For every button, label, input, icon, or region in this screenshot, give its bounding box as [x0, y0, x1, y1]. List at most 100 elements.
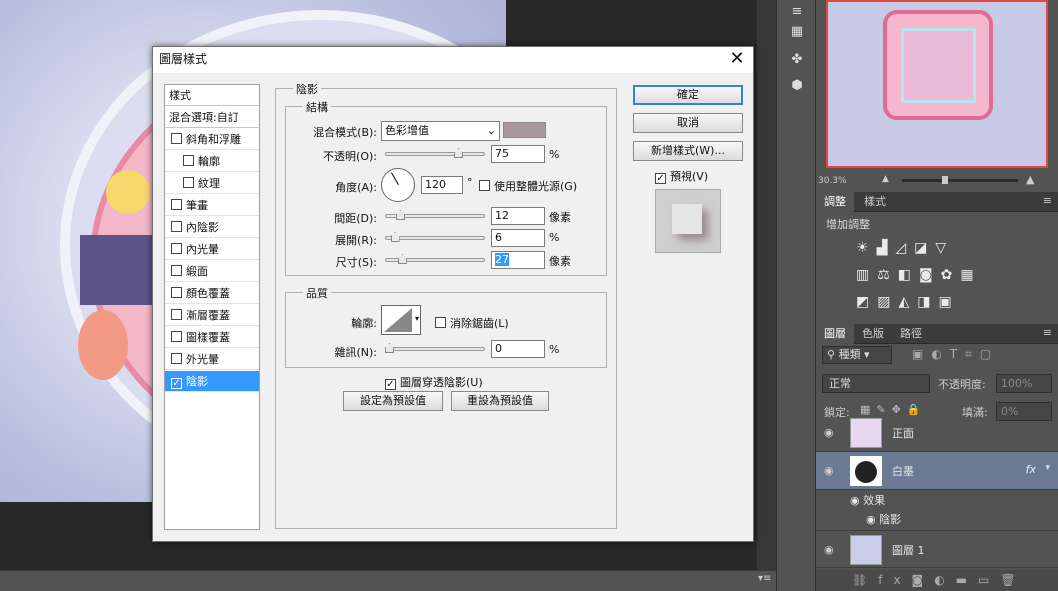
- zoom-slider-thumb[interactable]: [942, 176, 948, 184]
- style-item[interactable]: 漸層覆蓋: [165, 305, 259, 326]
- style-item[interactable]: 內陰影: [165, 217, 259, 238]
- color-lookup-icon[interactable]: ▦: [960, 267, 973, 283]
- shadow-color-swatch[interactable]: [503, 122, 546, 138]
- preview-checkbox[interactable]: ✓ 預視(V): [655, 168, 708, 184]
- style-item[interactable]: ✓ 陰影: [165, 371, 259, 392]
- tab-adjustments[interactable]: 調整: [816, 192, 854, 212]
- style-checkbox[interactable]: ✓: [171, 378, 182, 389]
- black-white-icon[interactable]: ◧: [898, 267, 911, 283]
- knockout-checkbox[interactable]: ✓ 圖層穿透陰影(U): [385, 374, 483, 390]
- opacity-slider[interactable]: [385, 148, 485, 158]
- layer-opacity-field[interactable]: 100%: [996, 374, 1052, 393]
- layer-row[interactable]: ◉ 圖層 1: [816, 530, 1058, 568]
- adjustments-panel-menu-icon[interactable]: ≡: [1043, 194, 1052, 207]
- angle-dial[interactable]: [381, 168, 415, 202]
- chevron-down-icon[interactable]: ▾: [1045, 463, 1050, 473]
- noise-slider[interactable]: [385, 343, 485, 353]
- visibility-eye-icon[interactable]: ◉: [824, 543, 834, 556]
- panel-grip-icon[interactable]: ≡: [787, 4, 807, 20]
- exposure-icon[interactable]: ◪: [914, 240, 927, 256]
- style-item[interactable]: 輪廓: [165, 151, 259, 172]
- layers-footer-toolbar[interactable]: ⛓fx◙◐▬▭🗑: [816, 570, 1058, 591]
- blend-options-item[interactable]: 混合選項:自訂: [165, 107, 259, 128]
- brightness-icon[interactable]: ☀: [856, 240, 869, 256]
- ok-button[interactable]: 確定: [633, 85, 743, 105]
- navigator-thumbnail[interactable]: [826, 0, 1048, 168]
- style-checkbox[interactable]: [171, 243, 182, 254]
- style-item[interactable]: 緞面: [165, 261, 259, 282]
- angle-field[interactable]: 120: [421, 176, 463, 194]
- visibility-eye-icon[interactable]: ◉: [866, 513, 876, 526]
- layer-filter-dropdown[interactable]: ⚲ 種類 ▾: [822, 346, 892, 364]
- style-item[interactable]: 顏色覆蓋: [165, 283, 259, 304]
- visibility-eye-icon[interactable]: ◉: [850, 494, 860, 507]
- channel-mixer-icon[interactable]: ✿: [941, 267, 953, 283]
- style-checkbox[interactable]: [171, 353, 182, 364]
- layer-effects-icon[interactable]: fx: [1026, 463, 1036, 476]
- style-checkbox[interactable]: [171, 199, 182, 210]
- tab-styles[interactable]: 樣式: [856, 192, 894, 212]
- make-default-button[interactable]: 設定為預設值: [343, 391, 443, 411]
- contour-picker[interactable]: ▾: [381, 305, 421, 335]
- reset-default-button[interactable]: 重設為預設值: [451, 391, 549, 411]
- zoom-out-icon[interactable]: ▲: [882, 174, 889, 184]
- curves-icon[interactable]: ◿: [895, 240, 906, 256]
- 3d-cube-icon[interactable]: ⬢: [787, 78, 807, 94]
- layer-effects-group[interactable]: ◉ 效果: [850, 492, 885, 508]
- layer-filter-icons[interactable]: ▣◐T⌗▢: [912, 347, 999, 362]
- style-checkbox[interactable]: [183, 177, 194, 188]
- style-checkbox[interactable]: [171, 331, 182, 342]
- style-checkbox[interactable]: [171, 287, 182, 298]
- style-checkbox[interactable]: [171, 309, 182, 320]
- invert-icon[interactable]: ◩: [856, 294, 869, 310]
- color-balance-icon[interactable]: ⚖: [877, 267, 890, 283]
- style-item[interactable]: 筆畫: [165, 195, 259, 216]
- size-slider[interactable]: [385, 254, 485, 264]
- style-item[interactable]: 圖樣覆蓋: [165, 327, 259, 348]
- zoom-readout[interactable]: 30.3%: [818, 176, 847, 186]
- tab-layers[interactable]: 圖層: [816, 324, 854, 344]
- anti-alias-checkbox[interactable]: 消除鋸齒(L): [435, 315, 509, 331]
- layer-effect-drop-shadow[interactable]: ◉ 陰影: [866, 511, 901, 527]
- canvas-vertical-scrollbar[interactable]: [756, 0, 776, 570]
- selective-color-icon[interactable]: ▣: [938, 294, 951, 310]
- style-item[interactable]: 紋理: [165, 173, 259, 194]
- style-checkbox[interactable]: [171, 221, 182, 232]
- photo-filter-icon[interactable]: ◙: [919, 267, 933, 283]
- style-checkbox[interactable]: [171, 133, 182, 144]
- panel-menu-icon[interactable]: ▾≡: [758, 573, 771, 584]
- cancel-button[interactable]: 取消: [633, 113, 743, 133]
- opacity-field[interactable]: 75: [491, 145, 545, 163]
- global-light-checkbox[interactable]: 使用整體光源(G): [479, 178, 577, 194]
- style-item[interactable]: 內光暈: [165, 239, 259, 260]
- palette-icon[interactable]: ✤: [787, 52, 807, 68]
- spread-slider[interactable]: [385, 232, 485, 242]
- gradient-map-icon[interactable]: ◨: [917, 294, 930, 310]
- hue-saturation-icon[interactable]: ▥: [856, 267, 869, 283]
- tab-channels[interactable]: 色版: [854, 324, 892, 344]
- layer-blend-mode-dropdown[interactable]: 正常: [822, 374, 930, 393]
- spread-field[interactable]: 6: [491, 229, 545, 247]
- levels-icon[interactable]: ▟: [877, 240, 888, 256]
- style-item[interactable]: 斜角和浮雕: [165, 129, 259, 150]
- new-style-button[interactable]: 新增樣式(W)...: [633, 141, 743, 161]
- zoom-slider[interactable]: [902, 176, 1018, 184]
- visibility-eye-icon[interactable]: ◉: [824, 426, 834, 439]
- style-item[interactable]: 外光暈: [165, 349, 259, 370]
- posterize-icon[interactable]: ▨: [877, 294, 890, 310]
- threshold-icon[interactable]: ◭: [898, 294, 909, 310]
- blend-mode-select[interactable]: 色彩增值 ⌄: [381, 121, 500, 141]
- close-icon[interactable]: ✕: [727, 49, 747, 69]
- tab-paths[interactable]: 路徑: [892, 324, 930, 344]
- style-checkbox[interactable]: [183, 155, 194, 166]
- swatches-icon[interactable]: ▦: [787, 24, 807, 40]
- zoom-in-icon[interactable]: ▲: [1026, 173, 1034, 186]
- size-field[interactable]: 27: [491, 251, 545, 269]
- layer-row[interactable]: ◉ 正面: [816, 414, 1058, 452]
- distance-slider[interactable]: [385, 210, 485, 220]
- layers-panel-menu-icon[interactable]: ≡: [1043, 326, 1052, 339]
- style-checkbox[interactable]: [171, 265, 182, 276]
- vibrance-icon[interactable]: ▽: [935, 240, 946, 256]
- noise-field[interactable]: 0: [491, 340, 545, 358]
- visibility-eye-icon[interactable]: ◉: [824, 464, 834, 477]
